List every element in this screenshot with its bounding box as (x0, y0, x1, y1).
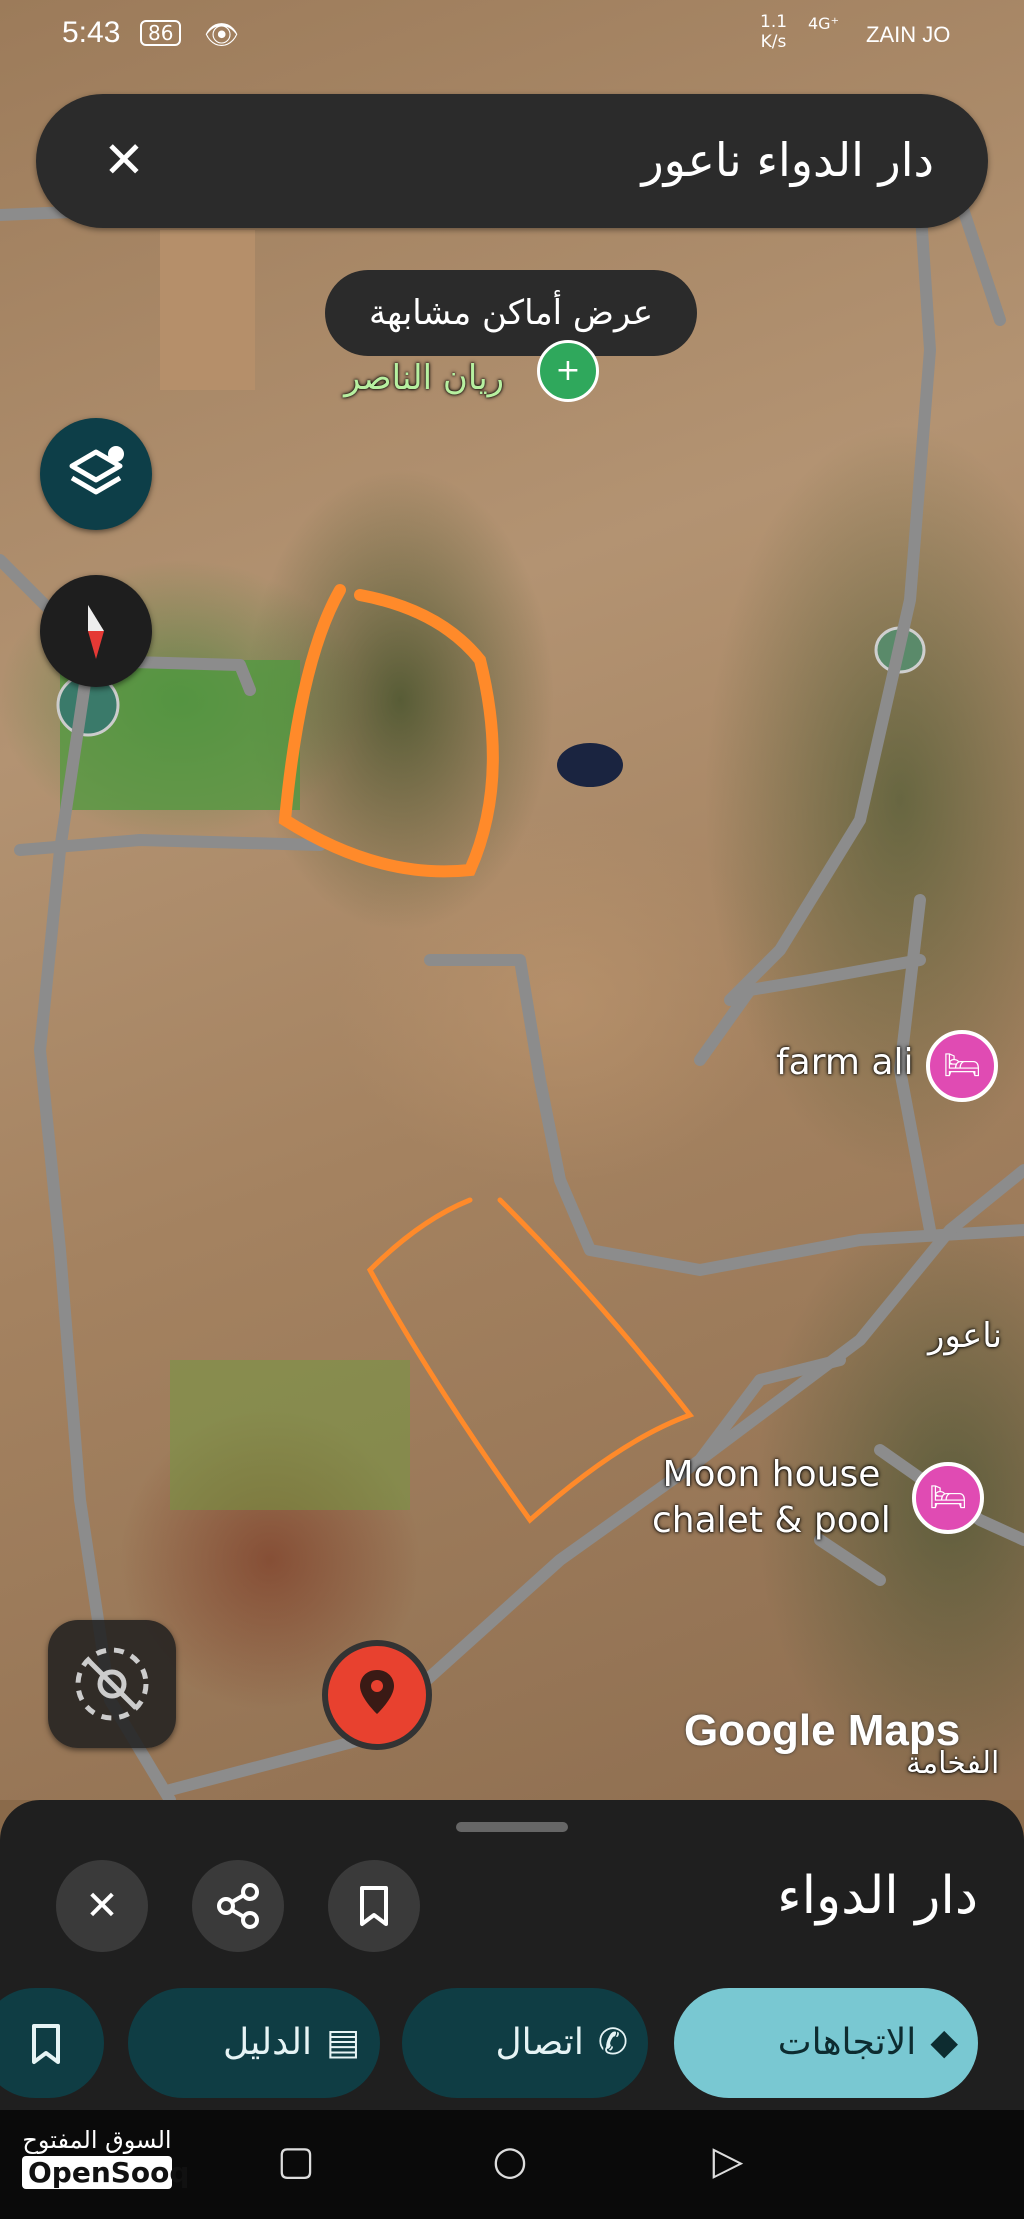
close-icon: ✕ (85, 1883, 119, 1929)
highlight-outline (278, 584, 499, 878)
map-label-rayan[interactable]: ريان الناصر (344, 358, 504, 398)
save-button[interactable] (328, 1860, 420, 1952)
poi-pin-icon[interactable]: + (537, 340, 599, 402)
call-button[interactable]: ✆ اتصال (402, 1988, 648, 2098)
moon-house-line2: chalet & pool (652, 1500, 891, 1541)
speed-value: 1.1 (760, 12, 788, 32)
map-label-moon-house[interactable]: Moon house chalet & pool (652, 1452, 891, 1544)
layers-button[interactable] (40, 418, 152, 530)
battery-icon: 86 (140, 20, 182, 46)
my-location-button[interactable] (48, 1620, 176, 1748)
selected-place-pin-icon[interactable] (322, 1640, 432, 1750)
green-field (170, 1360, 410, 1510)
share-button[interactable] (192, 1860, 284, 1952)
directions-icon: ◆ (930, 2022, 958, 2063)
bookmark-icon (360, 1886, 388, 1926)
compass-button[interactable] (40, 575, 152, 687)
similar-places-button[interactable]: عرض أماكن مشابهة (325, 270, 697, 356)
place-title: دار الدواء (777, 1866, 978, 1926)
guide-label: الدليل (223, 2022, 312, 2063)
phone-icon: ✆ (597, 2022, 628, 2063)
network-speed: 1.1 K/s (760, 12, 787, 52)
water-reservoir (557, 743, 623, 787)
directions-button[interactable]: ◆ الاتجاهات (674, 1988, 978, 2098)
save-pill-button[interactable] (0, 1988, 104, 2098)
directions-label: الاتجاهات (777, 2022, 917, 2063)
watermark-arabic: السوق المفتوح (22, 2126, 172, 2154)
eye-icon: 👁 (204, 18, 240, 51)
google-maps-watermark: Google Maps (684, 1706, 961, 1755)
moon-house-line1: Moon house (662, 1454, 881, 1495)
close-sheet-button[interactable]: ✕ (56, 1860, 148, 1952)
opensooq-watermark: السوق المفتوح OpenSooq (22, 2126, 189, 2189)
call-label: اتصال (495, 2022, 584, 2063)
hotel-pin-icon[interactable]: 🛏 (912, 1462, 984, 1534)
status-time: 5:43 (62, 16, 121, 49)
highlight-outline (366, 1197, 695, 1524)
field-area (160, 230, 255, 390)
place-sheet[interactable]: ✕ دار الدواء ◆ الاتجاهات ✆ اتصال ▤ الدليل (0, 1800, 1024, 2110)
guide-button[interactable]: ▤ الدليل (128, 1988, 380, 2098)
pin-marker-icon (360, 1670, 394, 1714)
status-bar: 5:43 86 👁 1.1 K/s 4G⁺ ZAIN JO (0, 0, 1024, 70)
home-icon[interactable]: ○ (480, 2138, 540, 2184)
roads (0, 164, 1024, 1800)
hotel-pin-icon[interactable]: 🛏 (926, 1030, 998, 1102)
back-icon[interactable]: ▷ (698, 2138, 758, 2184)
recents-icon[interactable]: ▢ (266, 2138, 326, 2184)
map-label-naour[interactable]: ناعور (928, 1316, 1002, 1356)
layers-icon (69, 446, 124, 495)
watermark-english: OpenSooq (22, 2156, 189, 2189)
share-icon (217, 1883, 259, 1929)
compass-icon (88, 605, 104, 659)
map-label-farm-ali[interactable]: farm ali (776, 1042, 913, 1083)
speed-unit: K/s (760, 32, 787, 52)
carrier-name: ZAIN JO (866, 22, 951, 47)
close-icon[interactable]: ✕ (92, 128, 156, 192)
signal-icon: 4G⁺ (808, 14, 840, 33)
search-bar[interactable]: ✕ دار الدواء ناعور (36, 94, 988, 228)
drag-handle[interactable] (456, 1822, 568, 1832)
bookmark-icon (32, 2024, 60, 2064)
search-query[interactable]: دار الدواء ناعور (641, 128, 934, 192)
store-icon: ▤ (325, 2022, 360, 2063)
location-off-icon (75, 1647, 149, 1721)
